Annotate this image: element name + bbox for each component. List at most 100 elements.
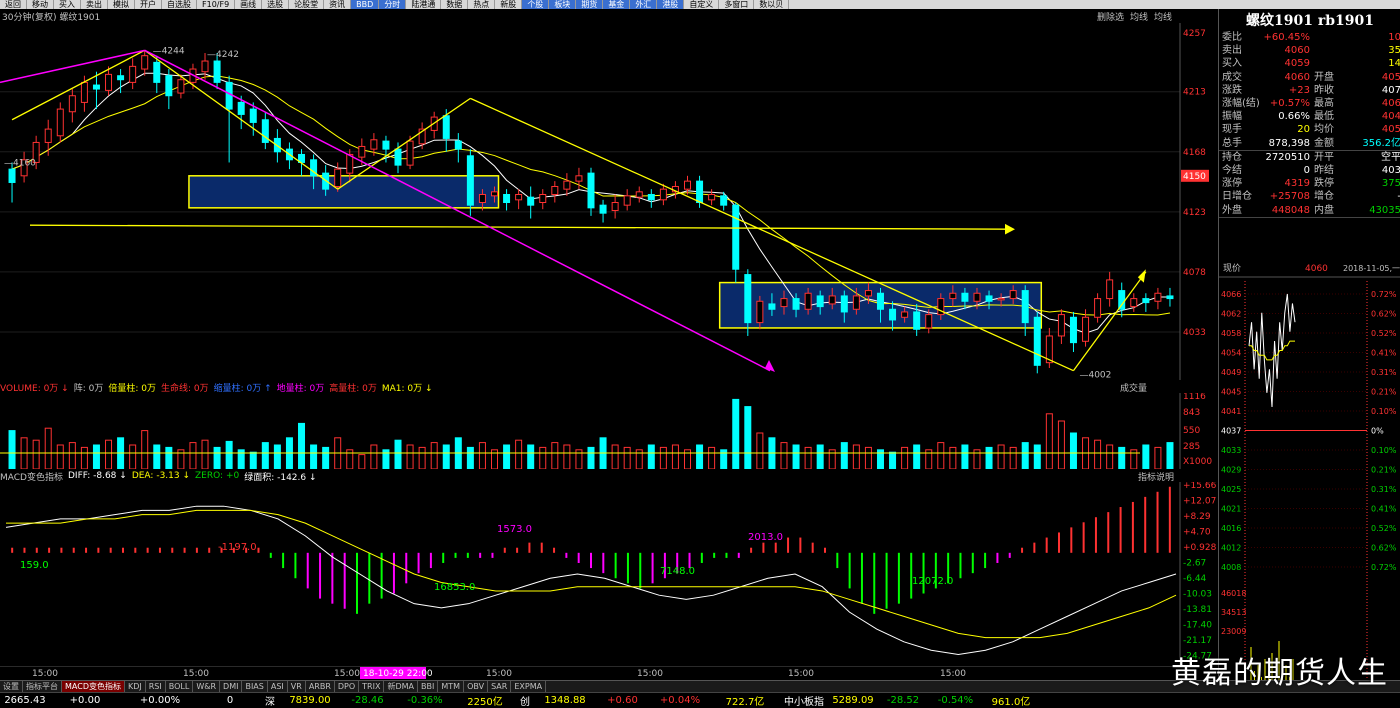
quote-label: 涨跌 xyxy=(1222,84,1242,96)
volume-tick-3: 285 xyxy=(1183,442,1200,452)
toolbar-button-11[interactable]: 资讯 xyxy=(324,0,352,9)
macd-chart[interactable]: +15.66 +12.07 +8.29 +4.70 +0.928 -2.67 -6.44 -1… xyxy=(0,482,1218,666)
chart-tool-2[interactable]: 均线 xyxy=(1154,10,1172,23)
toolbar-button-21[interactable]: 基金 xyxy=(603,0,631,9)
candle-body xyxy=(406,140,414,166)
candle-body xyxy=(551,185,559,195)
toolbar-button-7[interactable]: F10/F9 xyxy=(197,0,236,9)
candle-body xyxy=(237,101,245,115)
toolbar-button-24[interactable]: 自定义 xyxy=(684,0,720,9)
quote-label: 卖出 xyxy=(1222,45,1242,57)
quote-value-2: 404 xyxy=(1381,111,1400,123)
toolbar-button-9[interactable]: 选股 xyxy=(262,0,290,9)
toolbar-button-5[interactable]: 开户 xyxy=(135,0,162,9)
mini-left-tick-12: 4016 xyxy=(1221,524,1241,533)
candle-body xyxy=(997,298,1005,301)
volume-bar xyxy=(1094,439,1102,469)
candle-body xyxy=(744,274,752,324)
quote-row: 持仓 2720510 开平 空平 xyxy=(1219,151,1400,164)
candle-body xyxy=(587,172,595,209)
volume-bar xyxy=(744,406,752,469)
toolbar-button-3[interactable]: 卖出 xyxy=(81,0,108,9)
candle-body xyxy=(8,168,16,183)
candle-body xyxy=(1166,295,1174,300)
volume-bar xyxy=(623,446,631,469)
mini-vol-tick-1: 34513 xyxy=(1221,608,1246,617)
toolbar-button-20[interactable]: 期货 xyxy=(576,0,604,9)
volume-legend-2: 倍量柱: 0万 xyxy=(108,383,156,394)
toolbar-button-17[interactable]: 新股 xyxy=(495,0,523,9)
chart-tool-0[interactable]: 删除选 xyxy=(1097,10,1124,23)
quote-label-2: 增仓 xyxy=(1314,191,1334,203)
toolbar-button-8[interactable]: 画线 xyxy=(235,0,263,9)
toolbar-button-25[interactable]: 多窗口 xyxy=(719,0,755,9)
toolbar-button-22[interactable]: 外汇 xyxy=(630,0,658,9)
toolbar-button-26[interactable]: 数以贝 xyxy=(754,0,790,9)
macd-diff-line xyxy=(5,505,1177,656)
candlestick-chart[interactable]: 4257 4213 4168 4150 4123 4078 4033 —4244 —4242 —4… xyxy=(0,23,1218,380)
toolbar-button-0[interactable]: 返回 xyxy=(0,0,27,9)
chart-tool-1[interactable]: 均线 xyxy=(1130,10,1148,23)
candle-body xyxy=(840,295,848,313)
macd-annotation-4: 7148.0 xyxy=(660,566,695,577)
consolidation-box-1 xyxy=(188,175,500,209)
toolbar-button-16[interactable]: 热点 xyxy=(468,0,496,9)
toolbar-button-12[interactable]: BBD xyxy=(351,0,380,9)
watermark-text: 黄磊的期货人生 xyxy=(1171,656,1388,691)
volume-chart[interactable]: 1116 843 550 285 X1000 xyxy=(0,393,1218,469)
volume-bar xyxy=(563,444,571,469)
candle-body xyxy=(370,139,378,150)
candle-body xyxy=(949,292,957,300)
candle-body xyxy=(1082,316,1090,342)
volume-bar xyxy=(1033,444,1041,469)
price-tick-5: 4078 xyxy=(1183,268,1206,278)
quote-label-2: 昨结 xyxy=(1314,164,1334,176)
volume-bar xyxy=(647,444,655,469)
volume-legend-4: 缩量柱: 0万 ↑ xyxy=(213,383,272,394)
mini-right-tick-12: 0.52% xyxy=(1371,524,1397,533)
quote-row: 振幅 0.66% 最低 404 xyxy=(1219,110,1400,123)
mini-left-tick-9: 4029 xyxy=(1221,466,1241,475)
toolbar-button-18[interactable]: 个股 xyxy=(522,0,550,9)
quote-row: 涨跌 +23 昨收 407 xyxy=(1219,84,1400,97)
time-axis: 15:00 15:00 15:00 15:00 15:00 15:00 15:0018-10… xyxy=(0,666,1180,679)
mini-left-tick-2: 4058 xyxy=(1221,329,1241,338)
intraday-mini-chart[interactable]: 现价 4060 2018-11-05,一 4066 4062 4058 4054 4049 40… xyxy=(1218,259,1400,689)
toolbar-button-6[interactable]: 自选股 xyxy=(162,0,197,9)
toolbar-button-10[interactable]: 论股堂 xyxy=(289,0,325,9)
volume-bar xyxy=(1118,446,1126,469)
candle-body xyxy=(454,140,462,150)
toolbar-button-2[interactable]: 买入 xyxy=(54,0,81,9)
volume-bar xyxy=(189,442,197,469)
candle-body xyxy=(1118,290,1126,310)
candle-body xyxy=(1154,292,1162,302)
trend-line-1 xyxy=(144,49,339,190)
toolbar-button-4[interactable]: 模拟 xyxy=(108,0,135,9)
toolbar-button-1[interactable]: 移动 xyxy=(27,0,54,9)
toolbar-button-19[interactable]: 板块 xyxy=(549,0,577,9)
quote-label: 总手 xyxy=(1222,137,1242,149)
quote-value-2: 406 xyxy=(1381,98,1400,110)
quote-value: 0.66% xyxy=(1278,111,1310,123)
quote-row: 涨幅(结) +0.57% 最高 406 xyxy=(1219,97,1400,110)
candle-body xyxy=(1094,298,1102,318)
candle-body xyxy=(92,84,100,90)
toolbar-button-23[interactable]: 港股 xyxy=(657,0,685,9)
volume-bar xyxy=(310,444,318,469)
quote-row: 总手 878,398 金额 356.2亿 xyxy=(1219,137,1400,151)
mini-right-tick-2: 0.52% xyxy=(1371,329,1397,338)
status-value-12: +0.04% xyxy=(659,695,701,706)
quote-value-2: 407 xyxy=(1381,84,1400,96)
mini-right-tick-9: 0.21% xyxy=(1371,466,1397,475)
quote-panel: 螺纹1901 rb1901 委比 +60.45% 10 卖出 4060 35 买入 4059 1… xyxy=(1218,9,1400,259)
volume-bar xyxy=(153,444,161,469)
toolbar-button-15[interactable]: 数据 xyxy=(441,0,469,9)
mini-left-tick-4: 4049 xyxy=(1221,368,1241,377)
volume-bar xyxy=(466,446,474,469)
candle-body xyxy=(358,145,366,158)
candle-body xyxy=(925,314,933,329)
toolbar-button-13[interactable]: 分时 xyxy=(379,0,407,9)
price-tick-2: 4168 xyxy=(1183,148,1206,158)
toolbar-button-14[interactable]: 陆港通 xyxy=(406,0,442,9)
quote-value: 2720510 xyxy=(1265,151,1310,163)
